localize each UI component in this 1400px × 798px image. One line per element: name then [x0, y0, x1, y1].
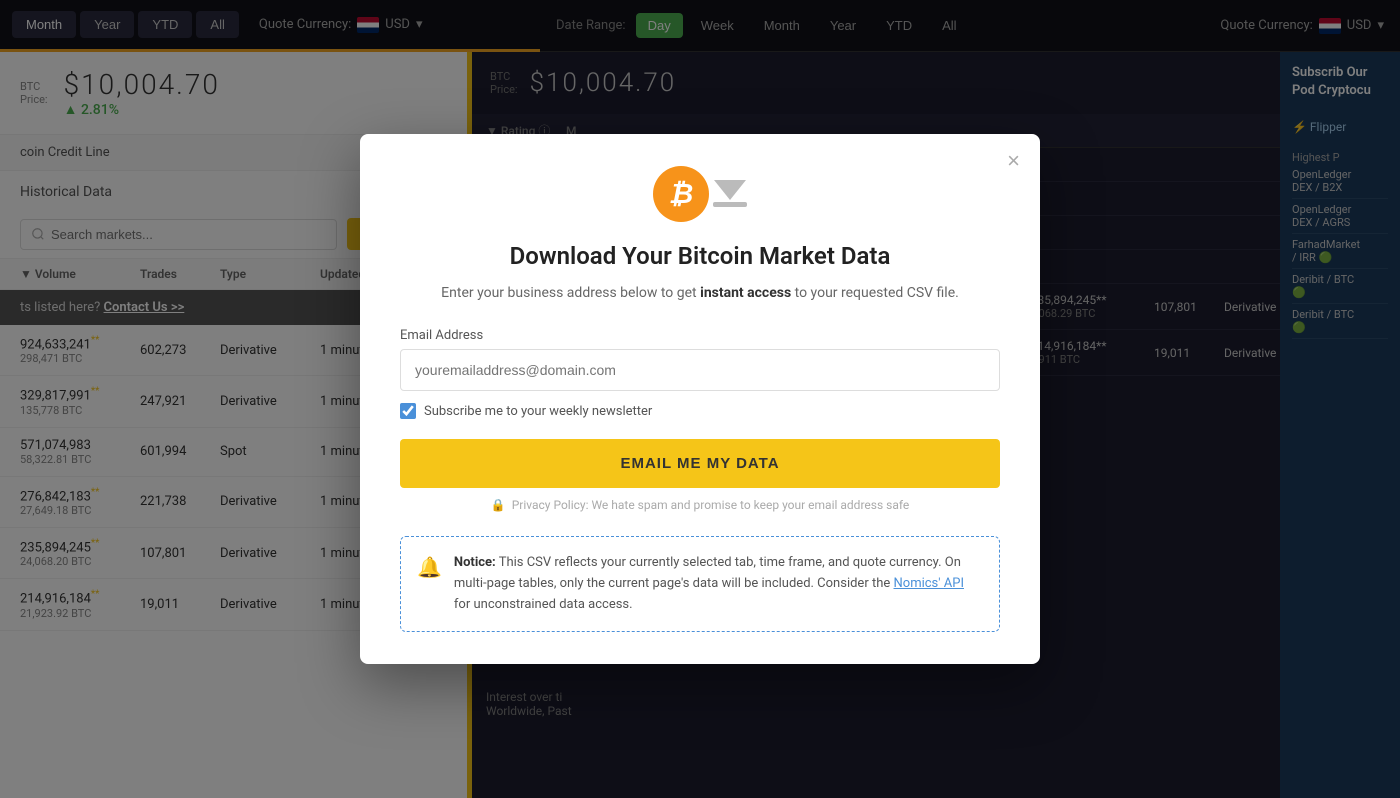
bell-icon: 🔔	[417, 555, 442, 615]
subtitle-end: to your requested CSV file.	[795, 285, 959, 301]
modal-dialog: × ₿ Download Your Bitcoin Market Data En…	[360, 134, 1040, 665]
nomics-api-link[interactable]: Nomics' API	[894, 576, 964, 591]
modal-icons: ₿	[400, 166, 1000, 222]
notice-box: 🔔 Notice: This CSV reflects your current…	[400, 536, 1000, 632]
checkbox-row: Subscribe me to your weekly newsletter	[400, 403, 1000, 419]
modal-subtitle: Enter your business address below to get…	[400, 282, 1000, 304]
email-btn[interactable]: EMAIL ME MY DATA	[400, 439, 1000, 488]
modal-close-button[interactable]: ×	[1007, 150, 1020, 172]
modal-title: Download Your Bitcoin Market Data	[400, 242, 1000, 270]
bar-shape	[713, 202, 747, 207]
email-label: Email Address	[400, 328, 1000, 343]
privacy-row: 🔒 Privacy Policy: We hate spam and promi…	[400, 498, 1000, 512]
notice-body: This CSV reflects your currently selecte…	[454, 555, 961, 591]
notice-end: for unconstrained data access.	[454, 597, 633, 612]
bitcoin-icon: ₿	[653, 166, 709, 222]
newsletter-checkbox[interactable]	[400, 403, 416, 419]
notice-title: Notice:	[454, 555, 496, 570]
modal-overlay[interactable]: × ₿ Download Your Bitcoin Market Data En…	[0, 0, 1400, 798]
download-icon	[713, 180, 747, 207]
checkbox-label: Subscribe me to your weekly newsletter	[424, 404, 652, 419]
email-input[interactable]	[400, 349, 1000, 391]
subtitle-bold: instant access	[700, 285, 791, 301]
page-container: Month Year YTD All Quote Currency: USD ▾…	[0, 0, 1400, 798]
privacy-text: Privacy Policy: We hate spam and promise…	[512, 498, 910, 512]
notice-text: Notice: This CSV reflects your currently…	[454, 553, 983, 615]
subtitle-text: Enter your business address below to get	[441, 285, 696, 301]
lock-icon: 🔒	[491, 498, 506, 512]
arrow-shape	[714, 180, 746, 200]
